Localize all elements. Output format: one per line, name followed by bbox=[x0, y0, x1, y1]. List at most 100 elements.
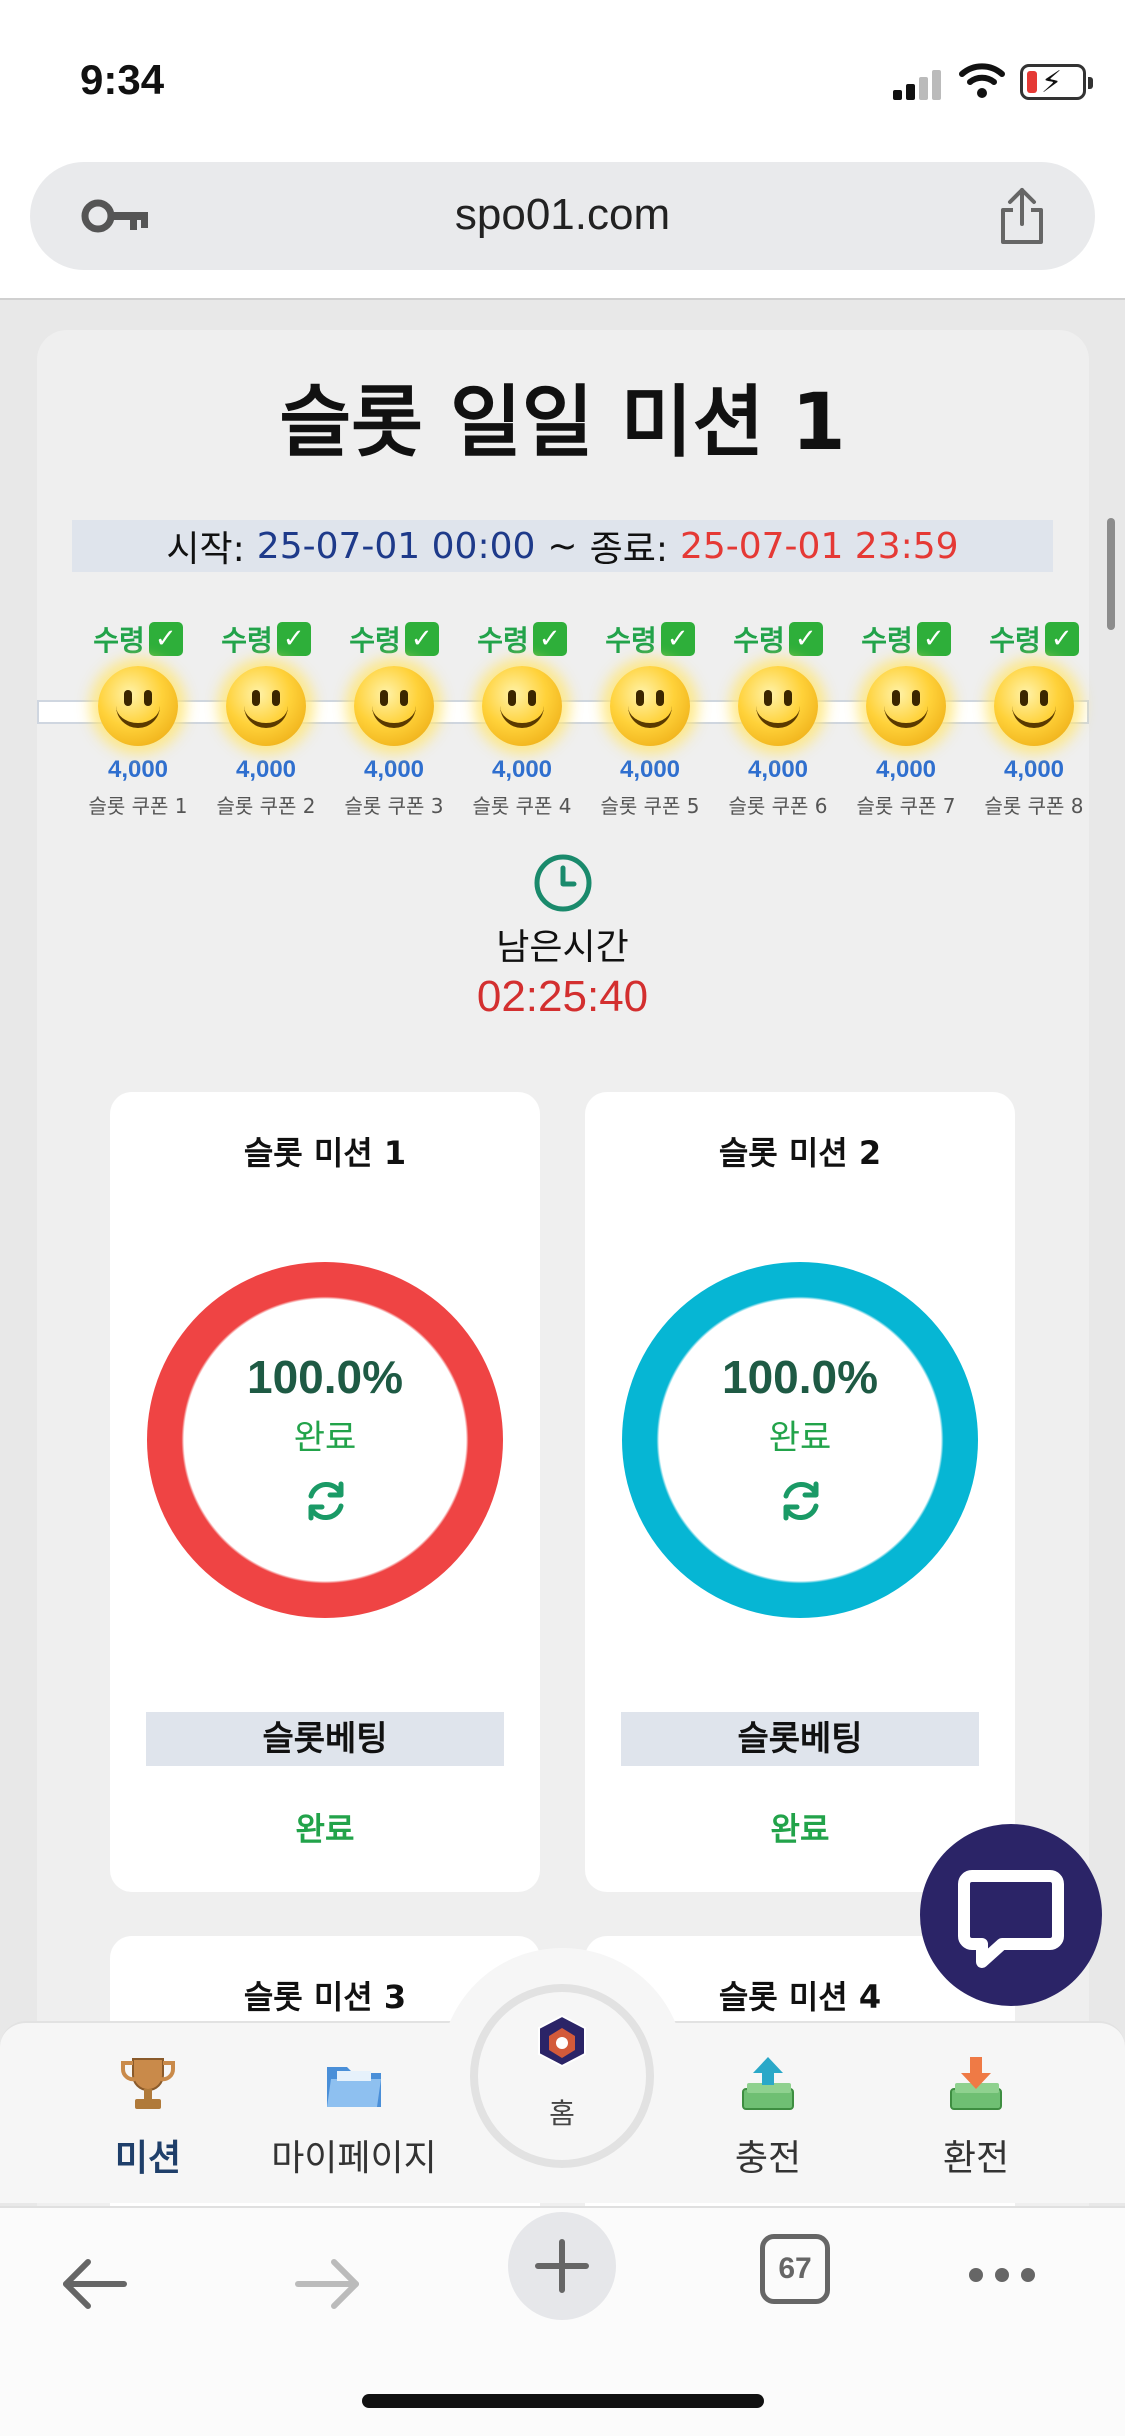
home-logo-icon bbox=[538, 2014, 586, 2068]
check-icon: ✓ bbox=[660, 622, 695, 656]
mission-title: 슬롯 미션 2 bbox=[718, 1134, 882, 1172]
coupon-name: 슬롯 쿠폰 7 bbox=[856, 794, 956, 818]
coupon-status: 수령 bbox=[93, 624, 145, 657]
coupon-status: 수령 bbox=[861, 624, 913, 657]
coupon-status: 수령 bbox=[989, 624, 1041, 657]
coupon-amount: 4,000 bbox=[363, 756, 425, 783]
status-time: 9:34 bbox=[80, 56, 165, 103]
coupon-item[interactable]: 수령 ✓ 4,000 슬롯 쿠폰 2 bbox=[202, 618, 330, 818]
check-icon: ✓ bbox=[532, 622, 567, 656]
smiley-coin-icon bbox=[98, 666, 178, 746]
coupon-item[interactable]: 수령 ✓ 4,000 슬롯 쿠폰 3 bbox=[330, 618, 458, 818]
mission-card[interactable]: 슬롯 미션 2 100.0% 완료 슬롯베팅 완료 bbox=[585, 1092, 1015, 1892]
smiley-coin-icon bbox=[738, 666, 818, 746]
end-time: 25-07-01 23:59 bbox=[679, 525, 959, 567]
coupon-status: 수령 bbox=[477, 624, 529, 657]
coupon-name: 슬롯 쿠폰 6 bbox=[728, 794, 828, 818]
coupon-name: 슬롯 쿠폰 1 bbox=[88, 794, 188, 818]
home-indicator bbox=[362, 2394, 764, 2408]
coupon-amount: 4,000 bbox=[107, 756, 169, 783]
mission-title: 슬롯 미션 1 bbox=[243, 1134, 407, 1172]
coupon-amount: 4,000 bbox=[1003, 756, 1065, 783]
chat-bubble-icon bbox=[958, 1870, 1064, 1968]
check-icon: ✓ bbox=[148, 622, 183, 656]
mission-done-label: 완료 bbox=[768, 1418, 832, 1458]
refresh-icon[interactable] bbox=[301, 1476, 351, 1526]
coupon-amount: 4,000 bbox=[875, 756, 937, 783]
page-title: 슬롯 일일 미션 1 bbox=[279, 378, 846, 468]
smiley-coin-icon bbox=[354, 666, 434, 746]
smiley-coin-icon bbox=[610, 666, 690, 746]
smiley-coin-icon bbox=[482, 666, 562, 746]
share-icon[interactable] bbox=[997, 186, 1047, 246]
chat-button[interactable] bbox=[920, 1824, 1102, 2006]
mission-period: 시작: 25-07-01 00:00 ~ 종료: 25-07-01 23:59 bbox=[72, 520, 1053, 572]
more-options-icon[interactable] bbox=[966, 2264, 1038, 2286]
bet-type: 슬롯베팅 bbox=[146, 1712, 504, 1766]
withdraw-money-icon bbox=[950, 2057, 1002, 2110]
mission-done-label: 완료 bbox=[293, 1418, 357, 1458]
coupon-item[interactable]: 수령 ✓ 4,000 슬롯 쿠폰 1 bbox=[74, 618, 202, 818]
start-label: 시작: bbox=[166, 529, 245, 570]
coupon-amount: 4,000 bbox=[619, 756, 681, 783]
check-icon: ✓ bbox=[404, 622, 439, 656]
period-separator: ~ bbox=[547, 525, 578, 567]
nav-item-mypage[interactable]: 마이페이지 bbox=[264, 2053, 444, 2181]
coupon-name: 슬롯 쿠폰 4 bbox=[472, 794, 572, 818]
mission-percent: 100.0% bbox=[721, 1351, 878, 1403]
mission-percent: 100.0% bbox=[246, 1351, 403, 1403]
coupon-item[interactable]: 수령 ✓ 4,000 슬롯 쿠폰 7 bbox=[842, 618, 970, 818]
smiley-coin-icon bbox=[866, 666, 946, 746]
coupon-amount: 4,000 bbox=[491, 756, 553, 783]
check-icon: ✓ bbox=[788, 622, 823, 656]
trophy-icon bbox=[121, 2058, 175, 2109]
nav-label-home: 홈 bbox=[549, 2097, 575, 2130]
start-time: 25-07-01 00:00 bbox=[256, 525, 536, 567]
mission-card[interactable]: 슬롯 미션 1 100.0% 완료 슬롯베팅 완료 bbox=[110, 1092, 540, 1892]
home-button[interactable] bbox=[470, 1984, 654, 2168]
coupon-item[interactable]: 수령 ✓ 4,000 슬롯 쿠폰 6 bbox=[714, 618, 842, 818]
check-icon: ✓ bbox=[1044, 622, 1079, 656]
url-text[interactable]: spo01.com bbox=[30, 190, 1095, 240]
bet-type: 슬롯베팅 bbox=[621, 1712, 979, 1766]
coupon-amount: 4,000 bbox=[747, 756, 809, 783]
nav-label: 충전 bbox=[734, 2138, 802, 2179]
tabs-button[interactable]: 67 bbox=[760, 2234, 830, 2304]
nav-label: 미션 bbox=[114, 2138, 182, 2179]
web-content: 슬롯 일일 미션 1 시작: 25-07-01 00:00 ~ 종료: 25-0… bbox=[0, 300, 1125, 2206]
smiley-coin-icon bbox=[226, 666, 306, 746]
remaining-time-label: 남은시간 bbox=[496, 927, 629, 968]
folder-icon bbox=[327, 2067, 381, 2107]
refresh-icon[interactable] bbox=[776, 1476, 826, 1526]
mission-status: 완료 bbox=[295, 1810, 355, 1848]
wifi-icon bbox=[959, 63, 1005, 98]
coupon-status: 수령 bbox=[349, 624, 401, 657]
new-tab-button[interactable] bbox=[508, 2212, 616, 2320]
check-icon: ✓ bbox=[916, 622, 951, 656]
nav-label: 환전 bbox=[942, 2138, 1010, 2179]
deposit-money-icon bbox=[742, 2057, 794, 2110]
address-bar[interactable]: spo01.com bbox=[30, 162, 1095, 270]
coupon-status: 수령 bbox=[605, 624, 657, 657]
coupon-status: 수령 bbox=[221, 624, 273, 657]
plus-icon bbox=[535, 2239, 589, 2293]
back-arrow-icon[interactable] bbox=[58, 2252, 130, 2316]
nav-item-withdraw[interactable]: 환전 bbox=[886, 2053, 1066, 2181]
nav-label: 마이페이지 bbox=[271, 2138, 437, 2179]
coupon-name: 슬롯 쿠폰 3 bbox=[344, 794, 444, 818]
coupon-item[interactable]: 수령 ✓ 4,000 슬롯 쿠폰 5 bbox=[586, 618, 714, 818]
cellular-signal-icon bbox=[893, 68, 943, 100]
coupon-list: 수령 ✓ 4,000 슬롯 쿠폰 1 수령 ✓ 4,000 슬롯 쿠폰 2 수령 ✓ … bbox=[74, 618, 1094, 818]
coupon-name: 슬롯 쿠폰 8 bbox=[984, 794, 1084, 818]
coupon-name: 슬롯 쿠폰 2 bbox=[216, 794, 316, 818]
smiley-coin-icon bbox=[994, 666, 1074, 746]
coupon-item[interactable]: 수령 ✓ 4,000 슬롯 쿠폰 8 bbox=[970, 618, 1098, 818]
battery-icon: ⚡ bbox=[1020, 64, 1093, 100]
forward-arrow-icon[interactable] bbox=[292, 2252, 364, 2316]
coupon-name: 슬롯 쿠폰 5 bbox=[600, 794, 700, 818]
nav-item-deposit[interactable]: 충전 bbox=[678, 2053, 858, 2181]
scrollbar[interactable] bbox=[1107, 518, 1115, 630]
check-icon: ✓ bbox=[276, 622, 311, 656]
coupon-item[interactable]: 수령 ✓ 4,000 슬롯 쿠폰 4 bbox=[458, 618, 586, 818]
nav-item-mission[interactable]: 미션 bbox=[58, 2053, 238, 2181]
